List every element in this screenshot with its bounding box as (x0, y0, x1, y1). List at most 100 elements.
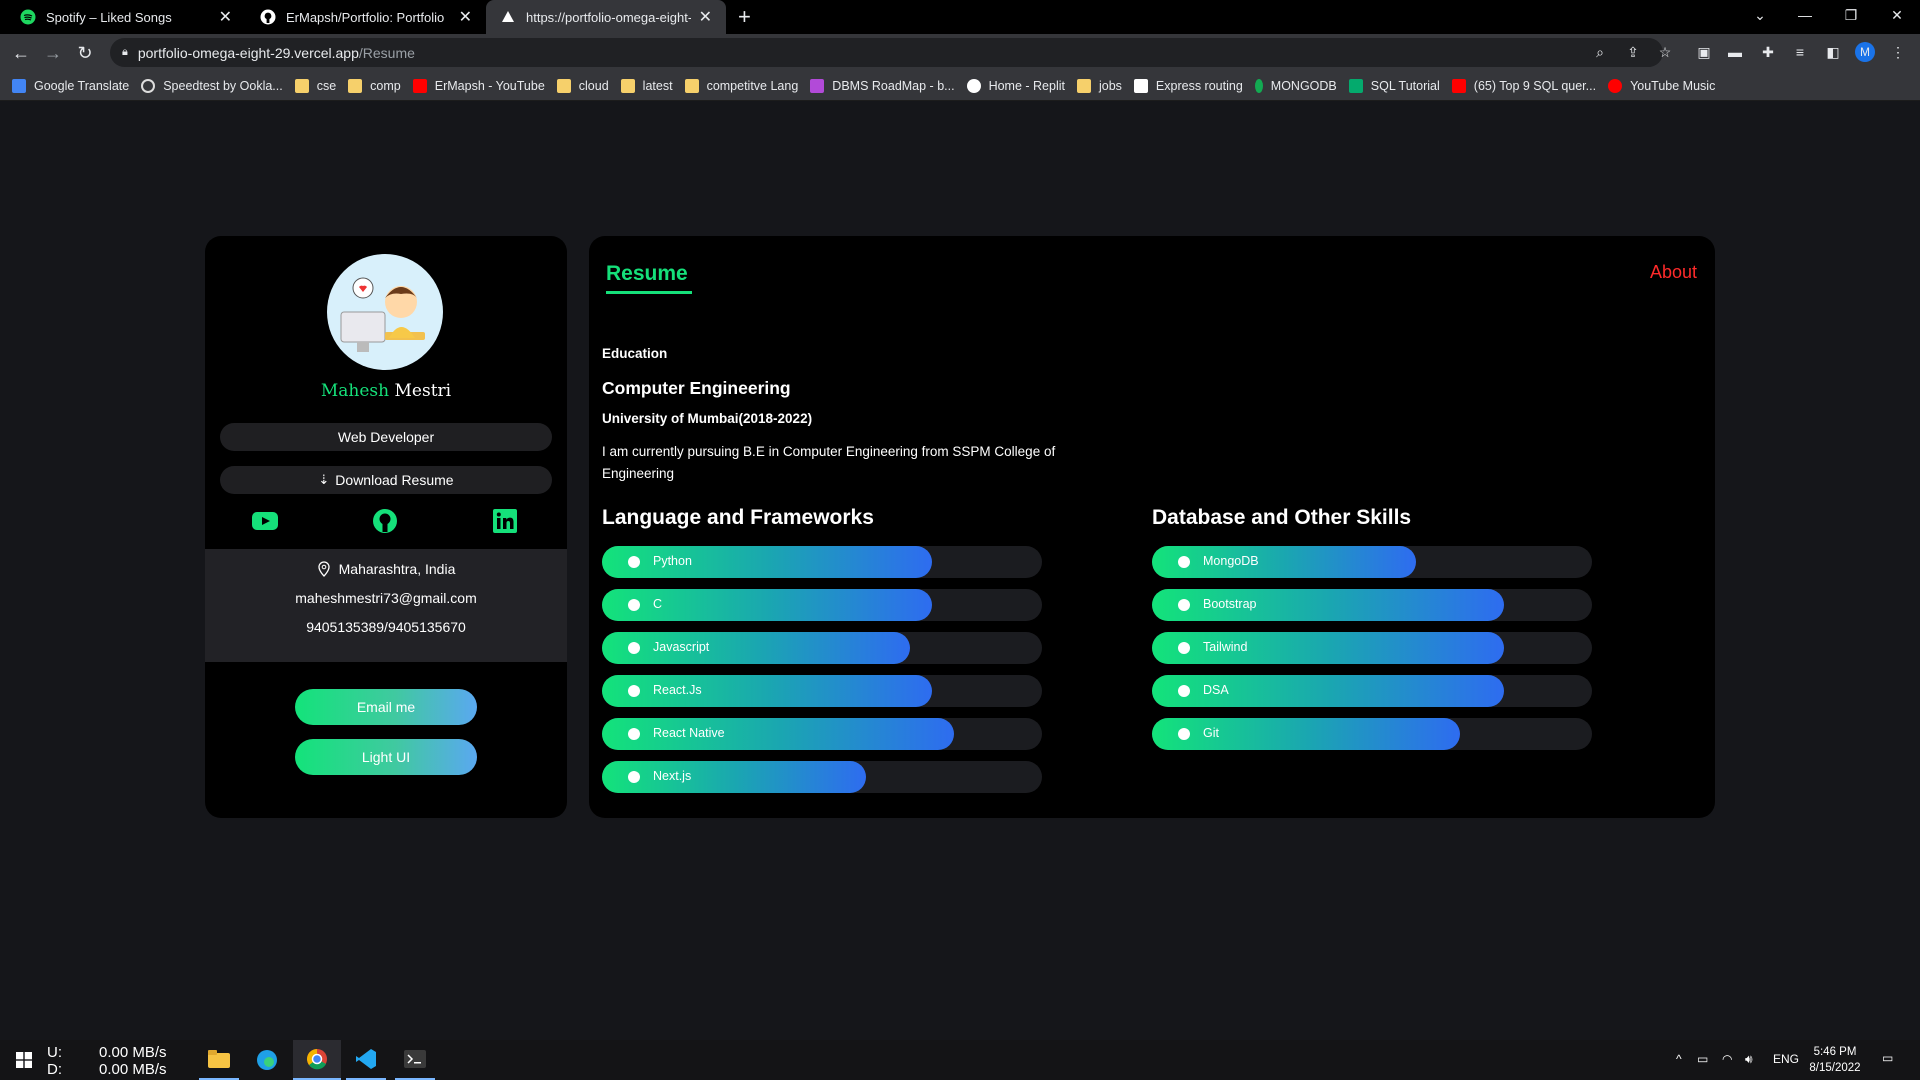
network-speed-values: 0.00 MB/s 0.00 MB/s (99, 1044, 167, 1078)
file-explorer-icon[interactable] (199, 1040, 239, 1080)
bookmark-item[interactable]: latest (620, 78, 673, 93)
skill-bar-fill (1152, 718, 1460, 750)
spotify-icon (20, 9, 36, 25)
bookmark-item[interactable]: comp (348, 78, 401, 93)
light-ui-button[interactable]: Light UI (295, 739, 477, 775)
skill-bar: Git (1152, 718, 1592, 750)
download-resume-label: Download Resume (335, 472, 454, 488)
close-tab-icon[interactable]: ✕ (459, 7, 472, 27)
tab-title: ErMapsh/Portfolio: Portfolio (286, 9, 445, 25)
location-text: Maharashtra, India (338, 561, 456, 577)
profile-avatar[interactable]: M (1855, 42, 1875, 62)
first-name: Mahesh (320, 381, 390, 401)
reading-list-icon[interactable]: ≡ (1790, 42, 1810, 62)
show-hidden-icons[interactable]: ^ (1676, 1052, 1682, 1066)
bullet-dot (628, 728, 640, 740)
bookmark-item[interactable]: Express routing (1133, 78, 1243, 93)
university: University of Mumbai(2018-2022) (602, 411, 813, 426)
bookmark-item[interactable]: cse (294, 78, 337, 93)
clock[interactable]: 5:46 PM 8/15/2022 (1808, 1044, 1862, 1076)
bookmark-item[interactable]: Speedtest by Ookla... (141, 78, 283, 93)
wifi-icon[interactable]: ◠ (1722, 1052, 1732, 1066)
bookmark-item[interactable]: jobs (1076, 78, 1122, 93)
bookmark-item[interactable]: SQL Tutorial (1348, 78, 1440, 93)
terminal-icon[interactable] (395, 1040, 435, 1080)
tab-about[interactable]: About (1650, 262, 1697, 283)
tab-search-icon[interactable]: ⌄ (1737, 0, 1783, 30)
extension-icon[interactable]: ▬ (1725, 42, 1745, 62)
express-icon (1133, 78, 1148, 93)
tab-resume[interactable]: Resume (606, 262, 688, 286)
extensions-puzzle-icon[interactable]: ✚ (1758, 42, 1778, 62)
bookmark-label: competitve Lang (706, 78, 799, 93)
minimize-button[interactable]: — (1782, 0, 1828, 30)
tab-spotify[interactable]: Spotify – Liked Songs ✕ (6, 0, 246, 34)
linkedin-icon[interactable] (490, 506, 520, 536)
bookmark-item[interactable]: competitve Lang (684, 78, 799, 93)
download-resume-button[interactable]: ⇣ Download Resume (220, 466, 552, 494)
bullet-dot (628, 771, 640, 783)
skill-bar-fill (1152, 546, 1416, 578)
youtube-icon (1451, 78, 1466, 93)
bookmark-label: YouTube Music (1630, 78, 1716, 93)
address-bar[interactable]: 🔒︎ portfolio-omega-eight-29.vercel.app/R… (110, 38, 1663, 67)
side-panel-icon[interactable]: ◧ (1823, 42, 1843, 62)
w3schools-icon (1348, 78, 1363, 93)
github-icon (260, 9, 276, 25)
windows-start-icon[interactable] (8, 1040, 40, 1080)
bookmark-item[interactable]: MONGODB (1254, 78, 1337, 93)
email-text[interactable]: maheshmestri73@gmail.com (205, 590, 567, 606)
close-tab-icon[interactable]: ✕ (699, 7, 712, 27)
bookmark-item[interactable]: ErMapsh - YouTube (412, 78, 545, 93)
upload-speed: 0.00 MB/s (99, 1044, 167, 1061)
bullet-dot (1178, 556, 1190, 568)
bookmark-label: DBMS RoadMap - b... (832, 78, 955, 93)
phone-text: 9405135389/9405135670 (306, 619, 466, 635)
close-tab-icon[interactable]: ✕ (219, 7, 232, 27)
bookmark-item[interactable]: Home - Replit (966, 78, 1065, 93)
reload-button[interactable]: ↻ (72, 40, 98, 66)
skill-label: DSA (1203, 683, 1229, 697)
volume-icon[interactable]: 🔊︎ (1745, 1052, 1753, 1067)
resume-card: Resume About Education Computer Engineer… (589, 236, 1715, 818)
bookmark-item[interactable]: Google Translate (12, 78, 129, 93)
restore-button[interactable]: ❐ (1828, 0, 1874, 30)
bookmark-item[interactable]: (65) Top 9 SQL quer... (1451, 78, 1596, 93)
skill-bar-fill (602, 632, 910, 664)
languages-heading: Language and Frameworks (602, 506, 874, 529)
chrome-icon[interactable] (293, 1040, 341, 1080)
forward-button[interactable]: → (40, 40, 66, 66)
folder-icon (294, 78, 309, 93)
tab-portfolio[interactable]: https://portfolio-omega-eight-29.vercel.… (486, 0, 726, 34)
tab-strip: Spotify – Liked Songs ✕ ErMapsh/Portfoli… (0, 0, 1920, 34)
share-icon[interactable]: ⇪ (1623, 42, 1643, 62)
battery-icon[interactable]: ▭ (1697, 1052, 1708, 1066)
notifications-icon[interactable]: ▭ (1882, 1051, 1893, 1065)
download-icon: ⇣ (318, 472, 330, 487)
active-tab-underline (606, 291, 692, 294)
menu-kebab-icon[interactable]: ⋮ (1888, 42, 1908, 62)
youtube-icon[interactable] (250, 506, 280, 536)
vscode-icon[interactable] (346, 1040, 386, 1080)
email-me-button[interactable]: Email me (295, 689, 477, 725)
bullet-dot (1178, 685, 1190, 697)
edge-icon[interactable] (247, 1040, 287, 1080)
new-tab-button[interactable]: + (738, 4, 751, 30)
skill-bar: Bootstrap (1152, 589, 1592, 621)
skill-bar: React.Js (602, 675, 1042, 707)
bookmark-item[interactable]: DBMS RoadMap - b... (810, 78, 955, 93)
bookmark-star-icon[interactable]: ☆ (1655, 42, 1675, 62)
close-window-button[interactable]: ✕ (1874, 0, 1920, 30)
github-icon[interactable] (370, 506, 400, 536)
bookmark-item[interactable]: YouTube Music (1608, 78, 1716, 93)
back-button[interactable]: ← (8, 40, 34, 66)
language-indicator[interactable]: ENG (1773, 1052, 1799, 1066)
zoom-icon[interactable]: ⌕ (1590, 42, 1610, 62)
bullet-dot (628, 685, 640, 697)
role-badge: Web Developer (220, 423, 552, 451)
bookmark-label: cse (316, 78, 337, 93)
tab-github[interactable]: ErMapsh/Portfolio: Portfolio ✕ (246, 0, 486, 34)
skill-label: React Native (653, 726, 725, 740)
extension-icon[interactable]: ▣ (1694, 42, 1714, 62)
bookmark-item[interactable]: cloud (556, 78, 609, 93)
